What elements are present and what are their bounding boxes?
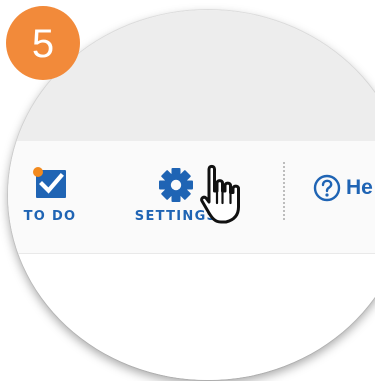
question-circle-icon: [313, 174, 341, 202]
content-area: [8, 254, 375, 380]
step-number: 5: [31, 22, 55, 66]
toolbar-divider: [283, 162, 285, 220]
toolbar: TO DO SETTINGS He: [8, 141, 375, 254]
help-button[interactable]: He: [313, 174, 373, 202]
nav-item-todo[interactable]: TO DO: [16, 166, 84, 224]
help-label: He: [346, 176, 373, 199]
settings-icon-wrap: [156, 166, 196, 204]
notification-dot: [33, 167, 43, 177]
todo-icon-wrap: [32, 166, 68, 200]
pointing-hand-cursor-icon: [200, 164, 240, 224]
nav-label-todo: TO DO: [23, 209, 77, 224]
tutorial-step-image: TO DO SETTINGS He 5: [0, 0, 375, 381]
step-number-badge: 5: [6, 6, 80, 80]
gear-icon: [159, 168, 193, 202]
